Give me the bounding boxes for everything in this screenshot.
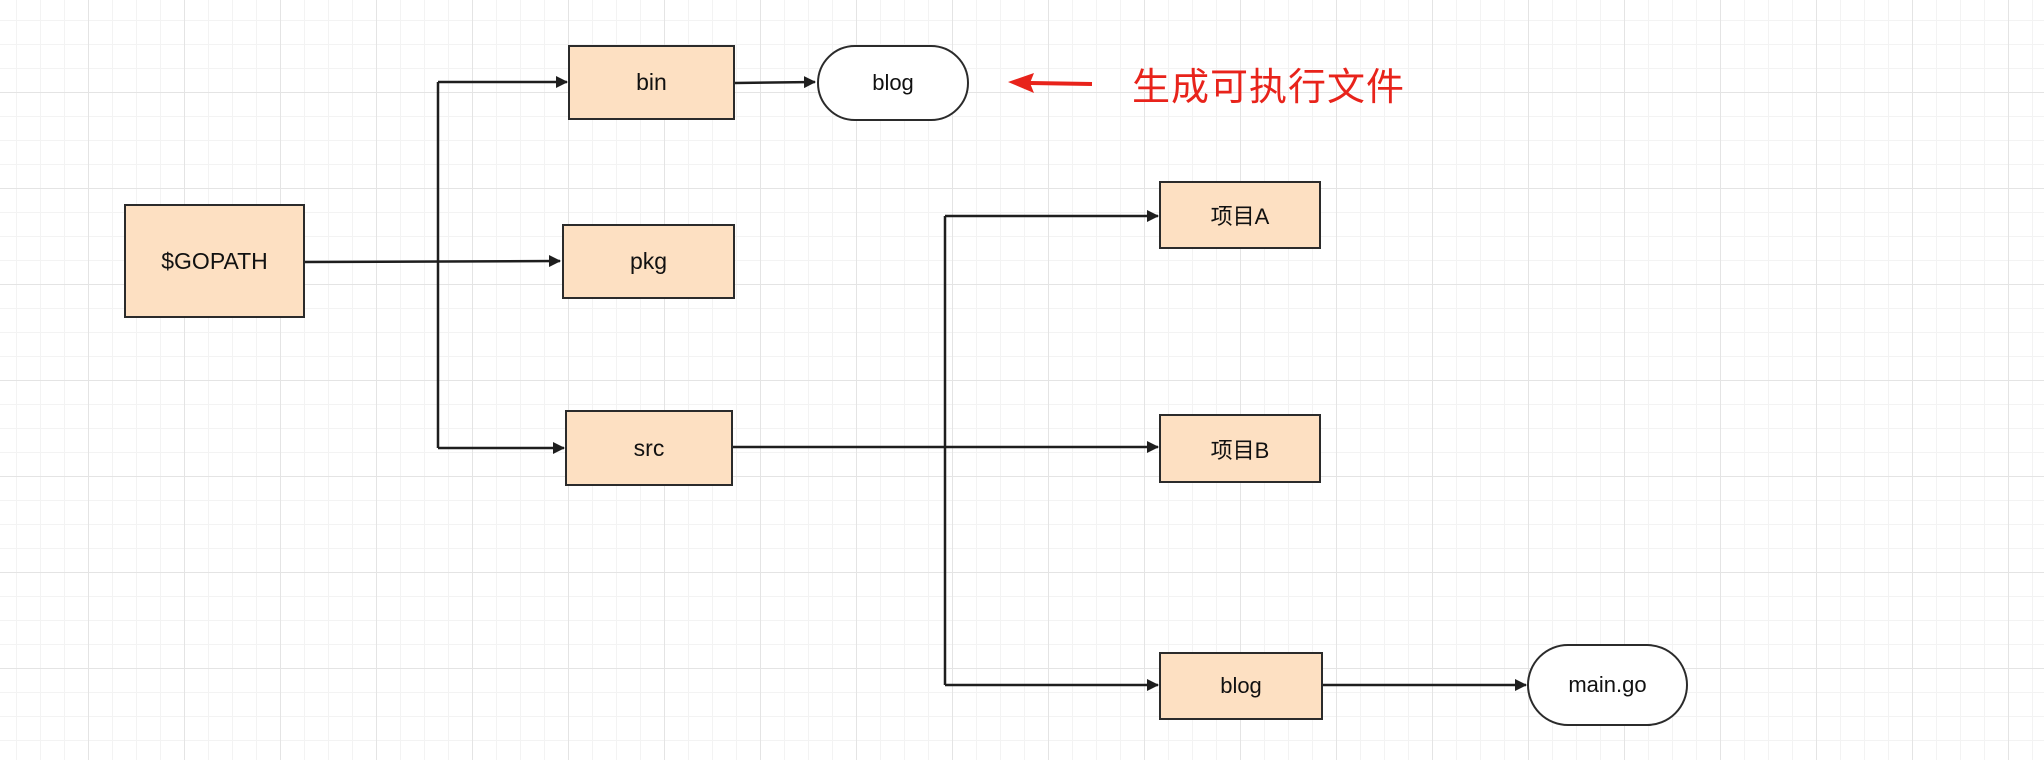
node-main-go-label: main.go [1568, 672, 1647, 697]
node-project-b[interactable]: 项目B [1159, 414, 1321, 483]
annotation-arrow [1008, 73, 1093, 93]
connector-gopath-pkg [304, 255, 561, 268]
annotation-text: 生成可执行文件 [1132, 65, 1406, 109]
node-project-a-label: 项目A [1210, 204, 1270, 229]
node-main-go[interactable]: main.go [1527, 644, 1688, 726]
node-bin-label: bin [636, 69, 667, 95]
node-bin-blog[interactable]: blog [817, 45, 969, 121]
node-src-blog[interactable]: blog [1159, 652, 1323, 720]
node-gopath[interactable]: $GOPATH [124, 204, 305, 318]
node-src-label: src [633, 434, 665, 461]
connector-bin-blog [734, 76, 816, 89]
node-pkg[interactable]: pkg [562, 224, 735, 299]
node-project-b-label: 项目B [1210, 437, 1270, 463]
node-bin[interactable]: bin [568, 45, 735, 120]
connector-layer [304, 73, 1527, 691]
node-src-blog-label: blog [1220, 673, 1262, 698]
node-project-a[interactable]: 项目A [1159, 181, 1321, 249]
node-pkg-label: pkg [629, 248, 668, 274]
node-bin-blog-label: blog [872, 70, 914, 95]
node-src[interactable]: src [565, 410, 733, 486]
node-gopath-label: $GOPATH [161, 247, 268, 274]
